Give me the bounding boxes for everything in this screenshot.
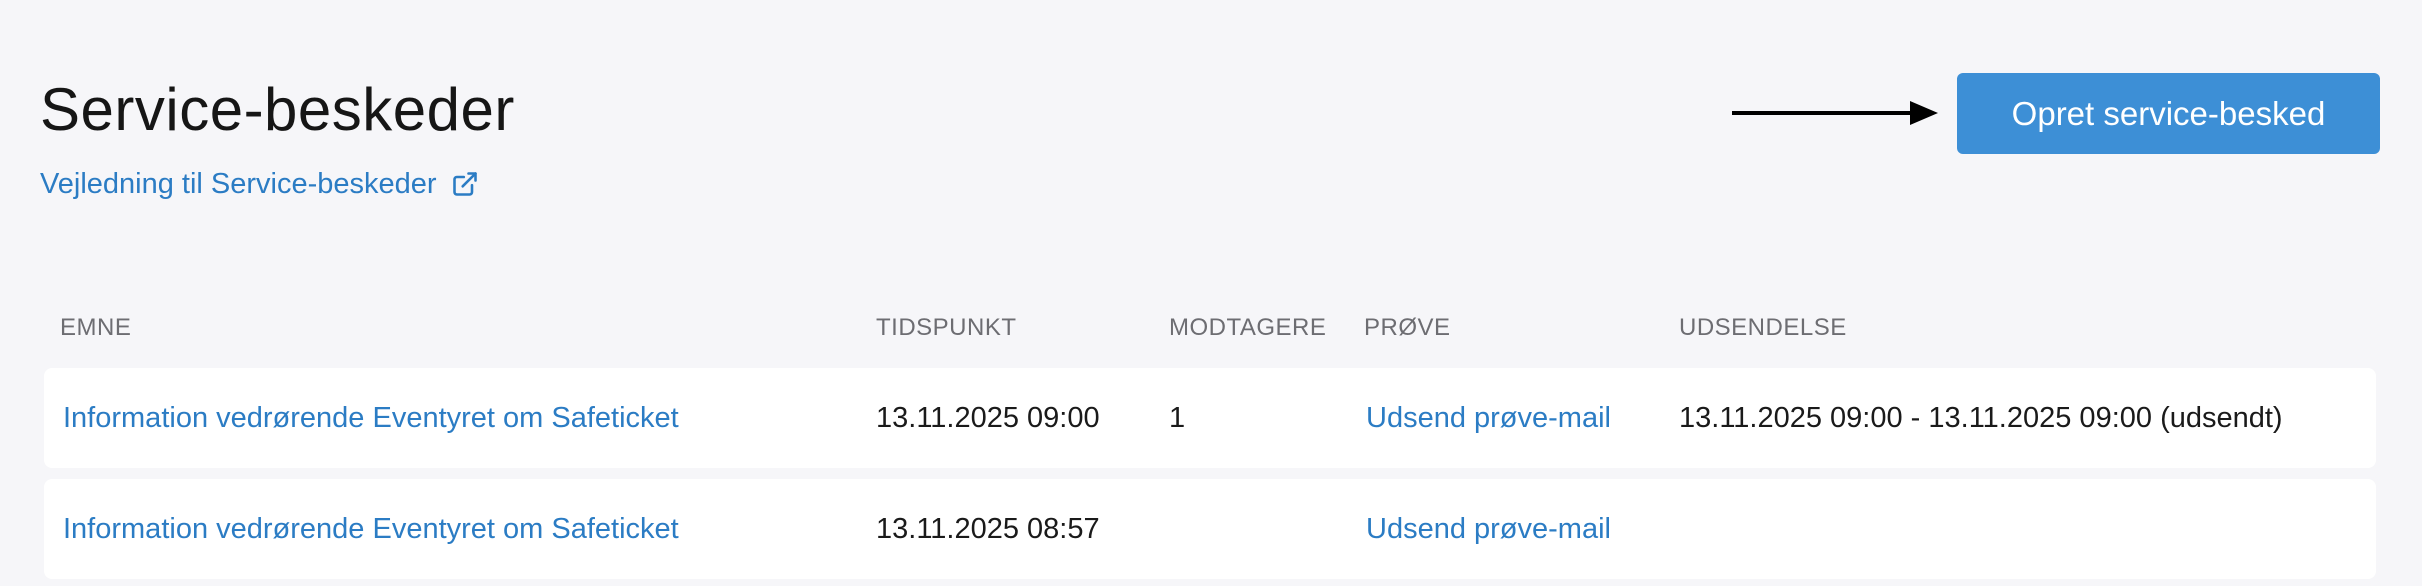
column-header-subject: EMNE	[60, 314, 132, 341]
table-row: Information vedrørende Eventyret om Safe…	[44, 368, 2376, 468]
test-cell: Udsend prøve-mail	[1366, 368, 1611, 468]
dispatch-cell: 13.11.2025 09:00 - 13.11.2025 09:00 (uds…	[1679, 401, 2283, 434]
service-messages-table: EMNE TIDSPUNKT MODTAGERE PRØVE UDSENDELS…	[44, 296, 2376, 579]
send-test-mail-link[interactable]: Udsend prøve-mail	[1366, 402, 1611, 435]
subject-link[interactable]: Information vedrørende Eventyret om Safe…	[63, 513, 679, 546]
send-test-mail-link[interactable]: Udsend prøve-mail	[1366, 513, 1611, 546]
external-link-icon	[452, 172, 477, 196]
column-header-test: PRØVE	[1364, 314, 1451, 341]
subject-link[interactable]: Information vedrørende Eventyret om Safe…	[63, 402, 679, 435]
guide-link-label: Vejledning til Service-beskeder	[40, 168, 437, 200]
test-cell: Udsend prøve-mail	[1366, 479, 1611, 579]
page-title: Service-beskeder	[40, 76, 515, 143]
column-header-recipients: MODTAGERE	[1169, 314, 1327, 341]
table-row: Information vedrørende Eventyret om Safe…	[44, 479, 2376, 579]
subject-cell: Information vedrørende Eventyret om Safe…	[63, 479, 679, 579]
create-service-message-button[interactable]: Opret service-besked	[1957, 73, 2380, 154]
recipients-cell: 1	[1169, 401, 1186, 434]
time-cell: 13.11.2025 08:57	[876, 512, 1100, 545]
table-header: EMNE TIDSPUNKT MODTAGERE PRØVE UDSENDELS…	[44, 296, 2376, 368]
guide-link[interactable]: Vejledning til Service-beskeder	[40, 164, 479, 204]
arrow-right-icon	[1732, 101, 1938, 125]
column-header-dispatch: UDSENDELSE	[1679, 314, 1847, 341]
time-cell: 13.11.2025 09:00	[876, 401, 1100, 434]
page: Service-beskeder Vejledning til Service-…	[0, 0, 2422, 586]
subject-cell: Information vedrørende Eventyret om Safe…	[63, 368, 679, 468]
column-header-time: TIDSPUNKT	[876, 314, 1017, 341]
